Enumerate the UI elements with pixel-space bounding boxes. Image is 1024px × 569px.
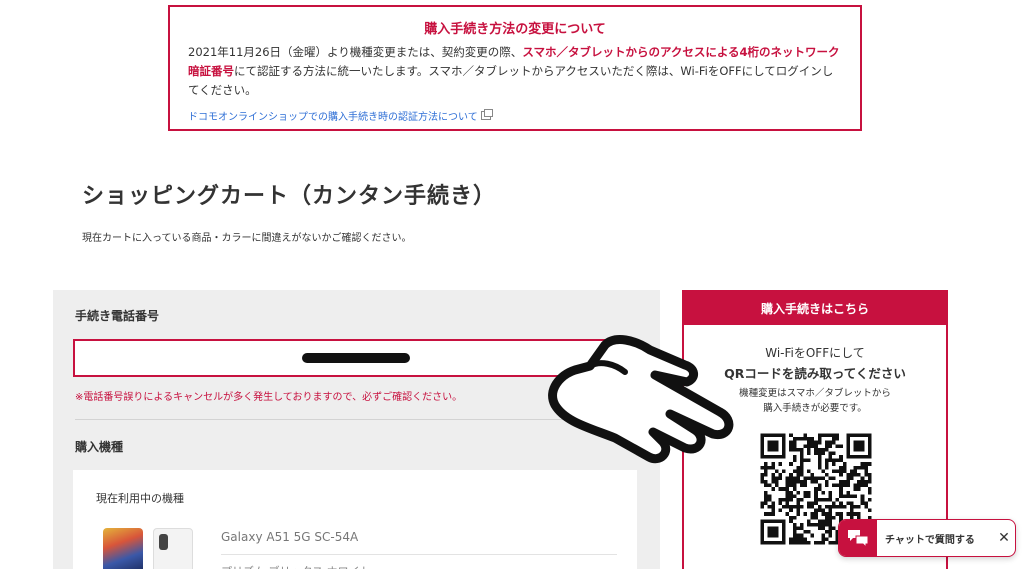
side-panel-header: 購入手続きはこちら <box>684 292 946 325</box>
page-title: ショッピングカート（カンタン手続き） <box>82 184 497 209</box>
redacted-phone-number <box>301 353 410 363</box>
phone-back-image <box>153 528 193 569</box>
notice-box: 購入手続き方法の変更について 2021年11月26日（金曜）より機種変更または、… <box>168 5 862 131</box>
auth-method-link-text[interactable]: ドコモオンラインショップでの購入手続き時の認証方法について <box>188 108 478 123</box>
page-subtitle: 現在カートに入っている商品・カラーに間違えがないかご確認ください。 <box>82 233 412 244</box>
device-name: Galaxy A51 5G SC-54A <box>221 530 359 544</box>
current-device-card: 現在利用中の機種 Galaxy A51 5G SC-54A プリズム ブリックス… <box>73 470 637 569</box>
phone-front-image <box>103 528 143 569</box>
current-device-title: 現在利用中の機種 <box>96 492 184 505</box>
chat-widget[interactable]: チャットで質問する ✕ <box>838 519 1016 557</box>
notice-title: 購入手続き方法の変更について <box>424 22 606 37</box>
notice-body-text-2: にて認証する方法に統一いたします。スマホ／タブレットからアクセスいただく際は、W… <box>188 64 834 97</box>
pointing-hand-icon <box>548 335 734 464</box>
tel-label: 手続き電話番号 <box>75 309 160 323</box>
chat-label[interactable]: チャットで質問する <box>885 531 993 546</box>
close-icon[interactable]: ✕ <box>993 530 1015 546</box>
auth-method-link[interactable]: ドコモオンラインショップでの購入手続き時の認証方法について <box>188 108 493 123</box>
device-color: プリズム ブリックス ホワイト <box>221 563 371 569</box>
model-label: 購入機種 <box>75 440 124 454</box>
device-divider <box>221 554 617 555</box>
tel-warning: ※電話番号誤りによるキャンセルが多く発生しておりますので、必ずご確認ください。 <box>75 392 463 403</box>
notice-body: 2021年11月26日（金曜）より機種変更または、契約変更の際、スマホ／タブレッ… <box>188 43 842 100</box>
notice-body-text-1: 2021年11月26日（金曜）より機種変更または、契約変更の際、 <box>188 45 523 59</box>
external-window-icon <box>480 109 493 120</box>
chat-bubbles-icon[interactable] <box>839 520 877 556</box>
